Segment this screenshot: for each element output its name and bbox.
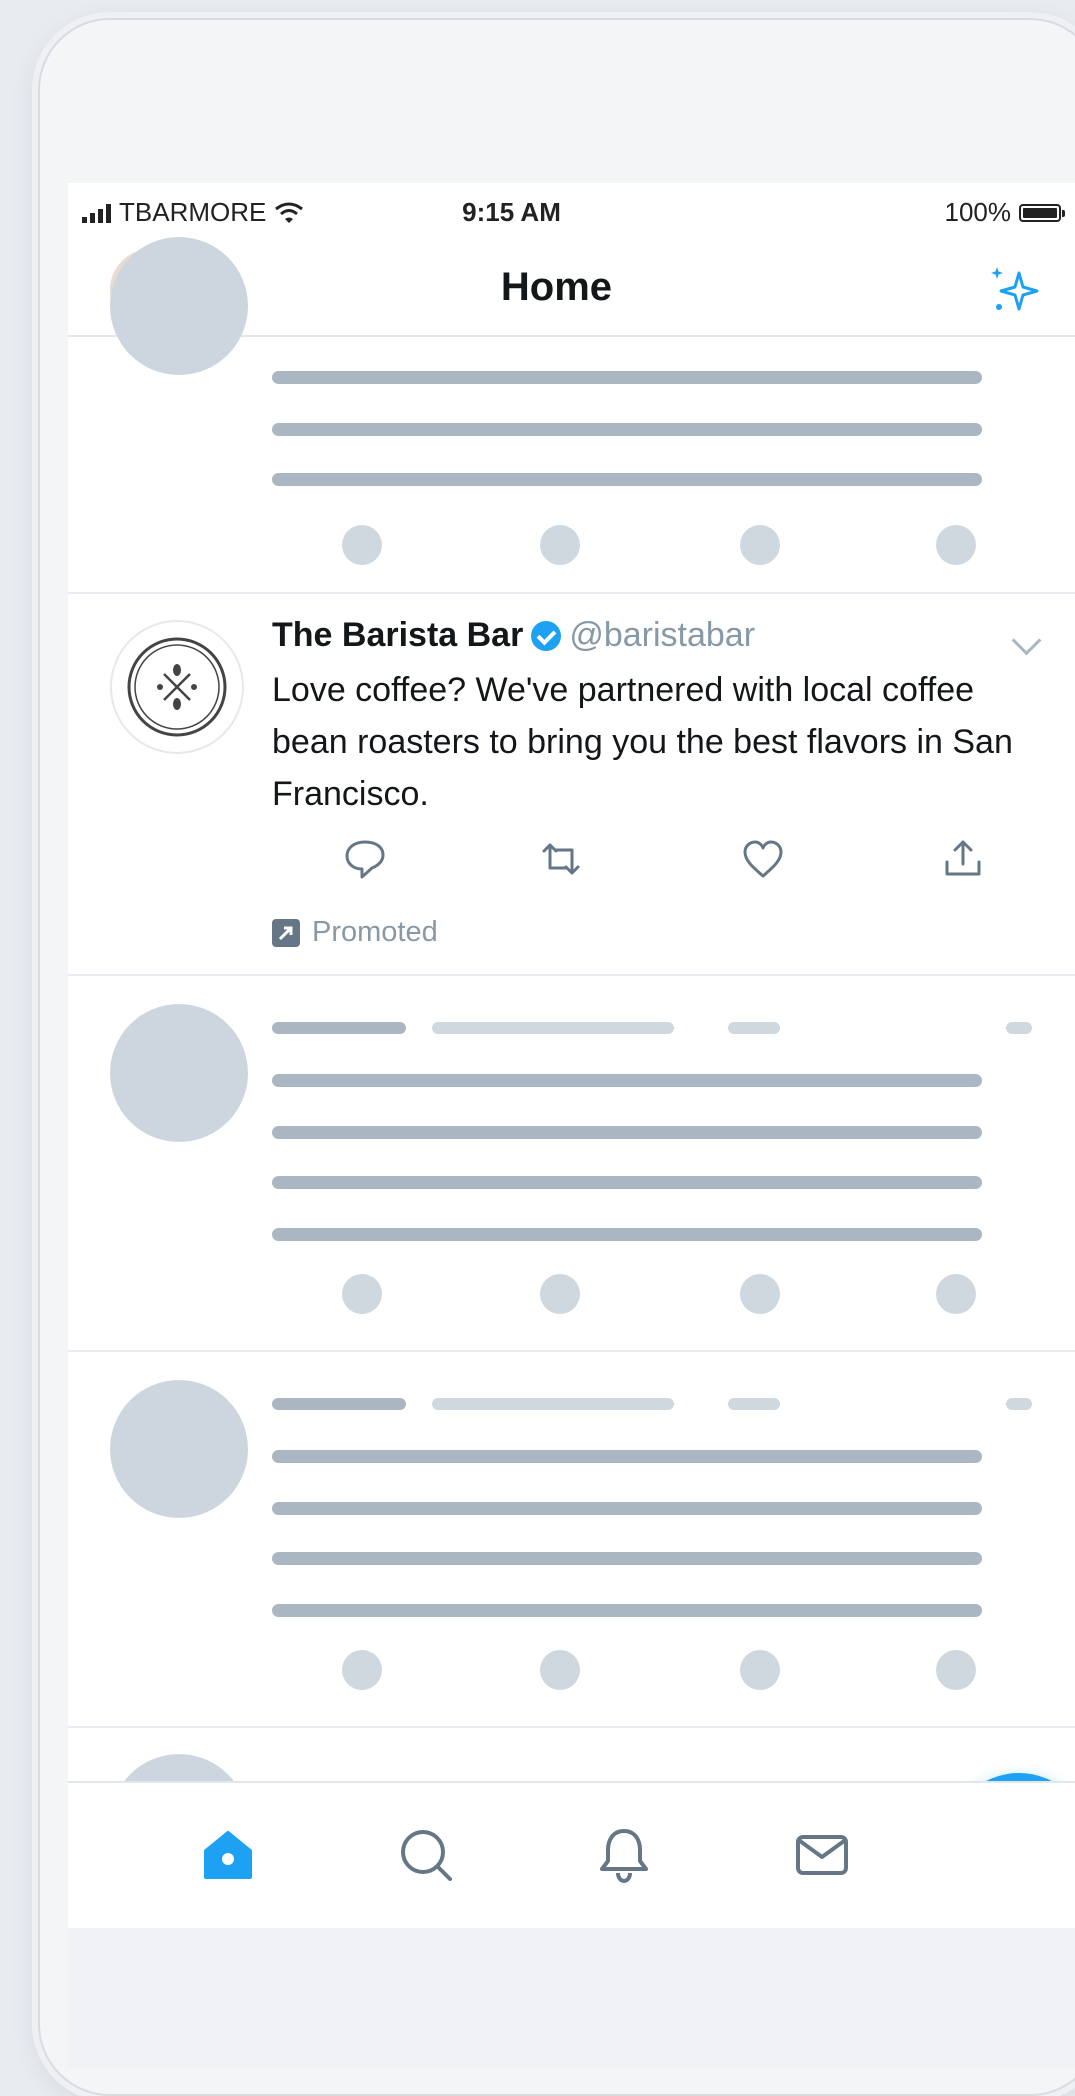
messages-icon[interactable] bbox=[790, 1823, 854, 1887]
retweet-icon[interactable] bbox=[538, 836, 584, 882]
battery-percent: 100% bbox=[944, 197, 1012, 227]
promoted-indicator: Promoted bbox=[272, 916, 438, 949]
promoted-icon bbox=[272, 918, 300, 947]
timeline-feed: The Barista Bar @baristabar Love coffee?… bbox=[68, 237, 1075, 1892]
search-icon[interactable] bbox=[394, 1823, 458, 1887]
phone-bottom-bezel bbox=[68, 1928, 1075, 2068]
bottom-tab-bar bbox=[68, 1781, 1075, 1928]
loading-tweet-placeholder bbox=[68, 976, 1075, 1352]
status-time: 9:15 AM bbox=[462, 197, 561, 227]
loading-tweet-placeholder bbox=[68, 1352, 1075, 1728]
share-icon[interactable] bbox=[940, 836, 986, 882]
battery-icon bbox=[1019, 203, 1065, 222]
reply-icon[interactable] bbox=[342, 836, 388, 882]
sparkle-icon[interactable] bbox=[985, 261, 1045, 321]
like-icon[interactable] bbox=[740, 836, 786, 882]
barista-logo-icon bbox=[127, 637, 227, 737]
placeholder-avatar bbox=[110, 237, 248, 375]
chevron-down-icon[interactable] bbox=[1011, 625, 1042, 656]
verified-badge-icon bbox=[531, 620, 562, 651]
app-screen: TBARMORE 9:15 AM 100% Home The Barista B… bbox=[68, 183, 1075, 1928]
tweet-header: The Barista Bar @baristabar bbox=[272, 616, 755, 655]
loading-tweet-placeholder bbox=[68, 237, 1075, 594]
promoted-label: Promoted bbox=[312, 916, 438, 948]
status-bar: TBARMORE 9:15 AM 100% bbox=[68, 183, 1075, 243]
notifications-icon[interactable] bbox=[592, 1823, 656, 1887]
brand-logo[interactable] bbox=[110, 620, 244, 754]
placeholder-avatar bbox=[110, 1380, 248, 1518]
home-icon[interactable] bbox=[196, 1823, 260, 1887]
tweet-author-handle[interactable]: @baristabar bbox=[569, 616, 755, 655]
tweet-author-name[interactable]: The Barista Bar bbox=[272, 616, 523, 655]
tweet-text: Love coffee? We've partnered with local … bbox=[272, 671, 1013, 813]
loading-tweet-placeholder bbox=[68, 1728, 1075, 1892]
promoted-tweet[interactable]: The Barista Bar @baristabar Love coffee?… bbox=[68, 594, 1075, 976]
placeholder-avatar bbox=[110, 1004, 248, 1142]
